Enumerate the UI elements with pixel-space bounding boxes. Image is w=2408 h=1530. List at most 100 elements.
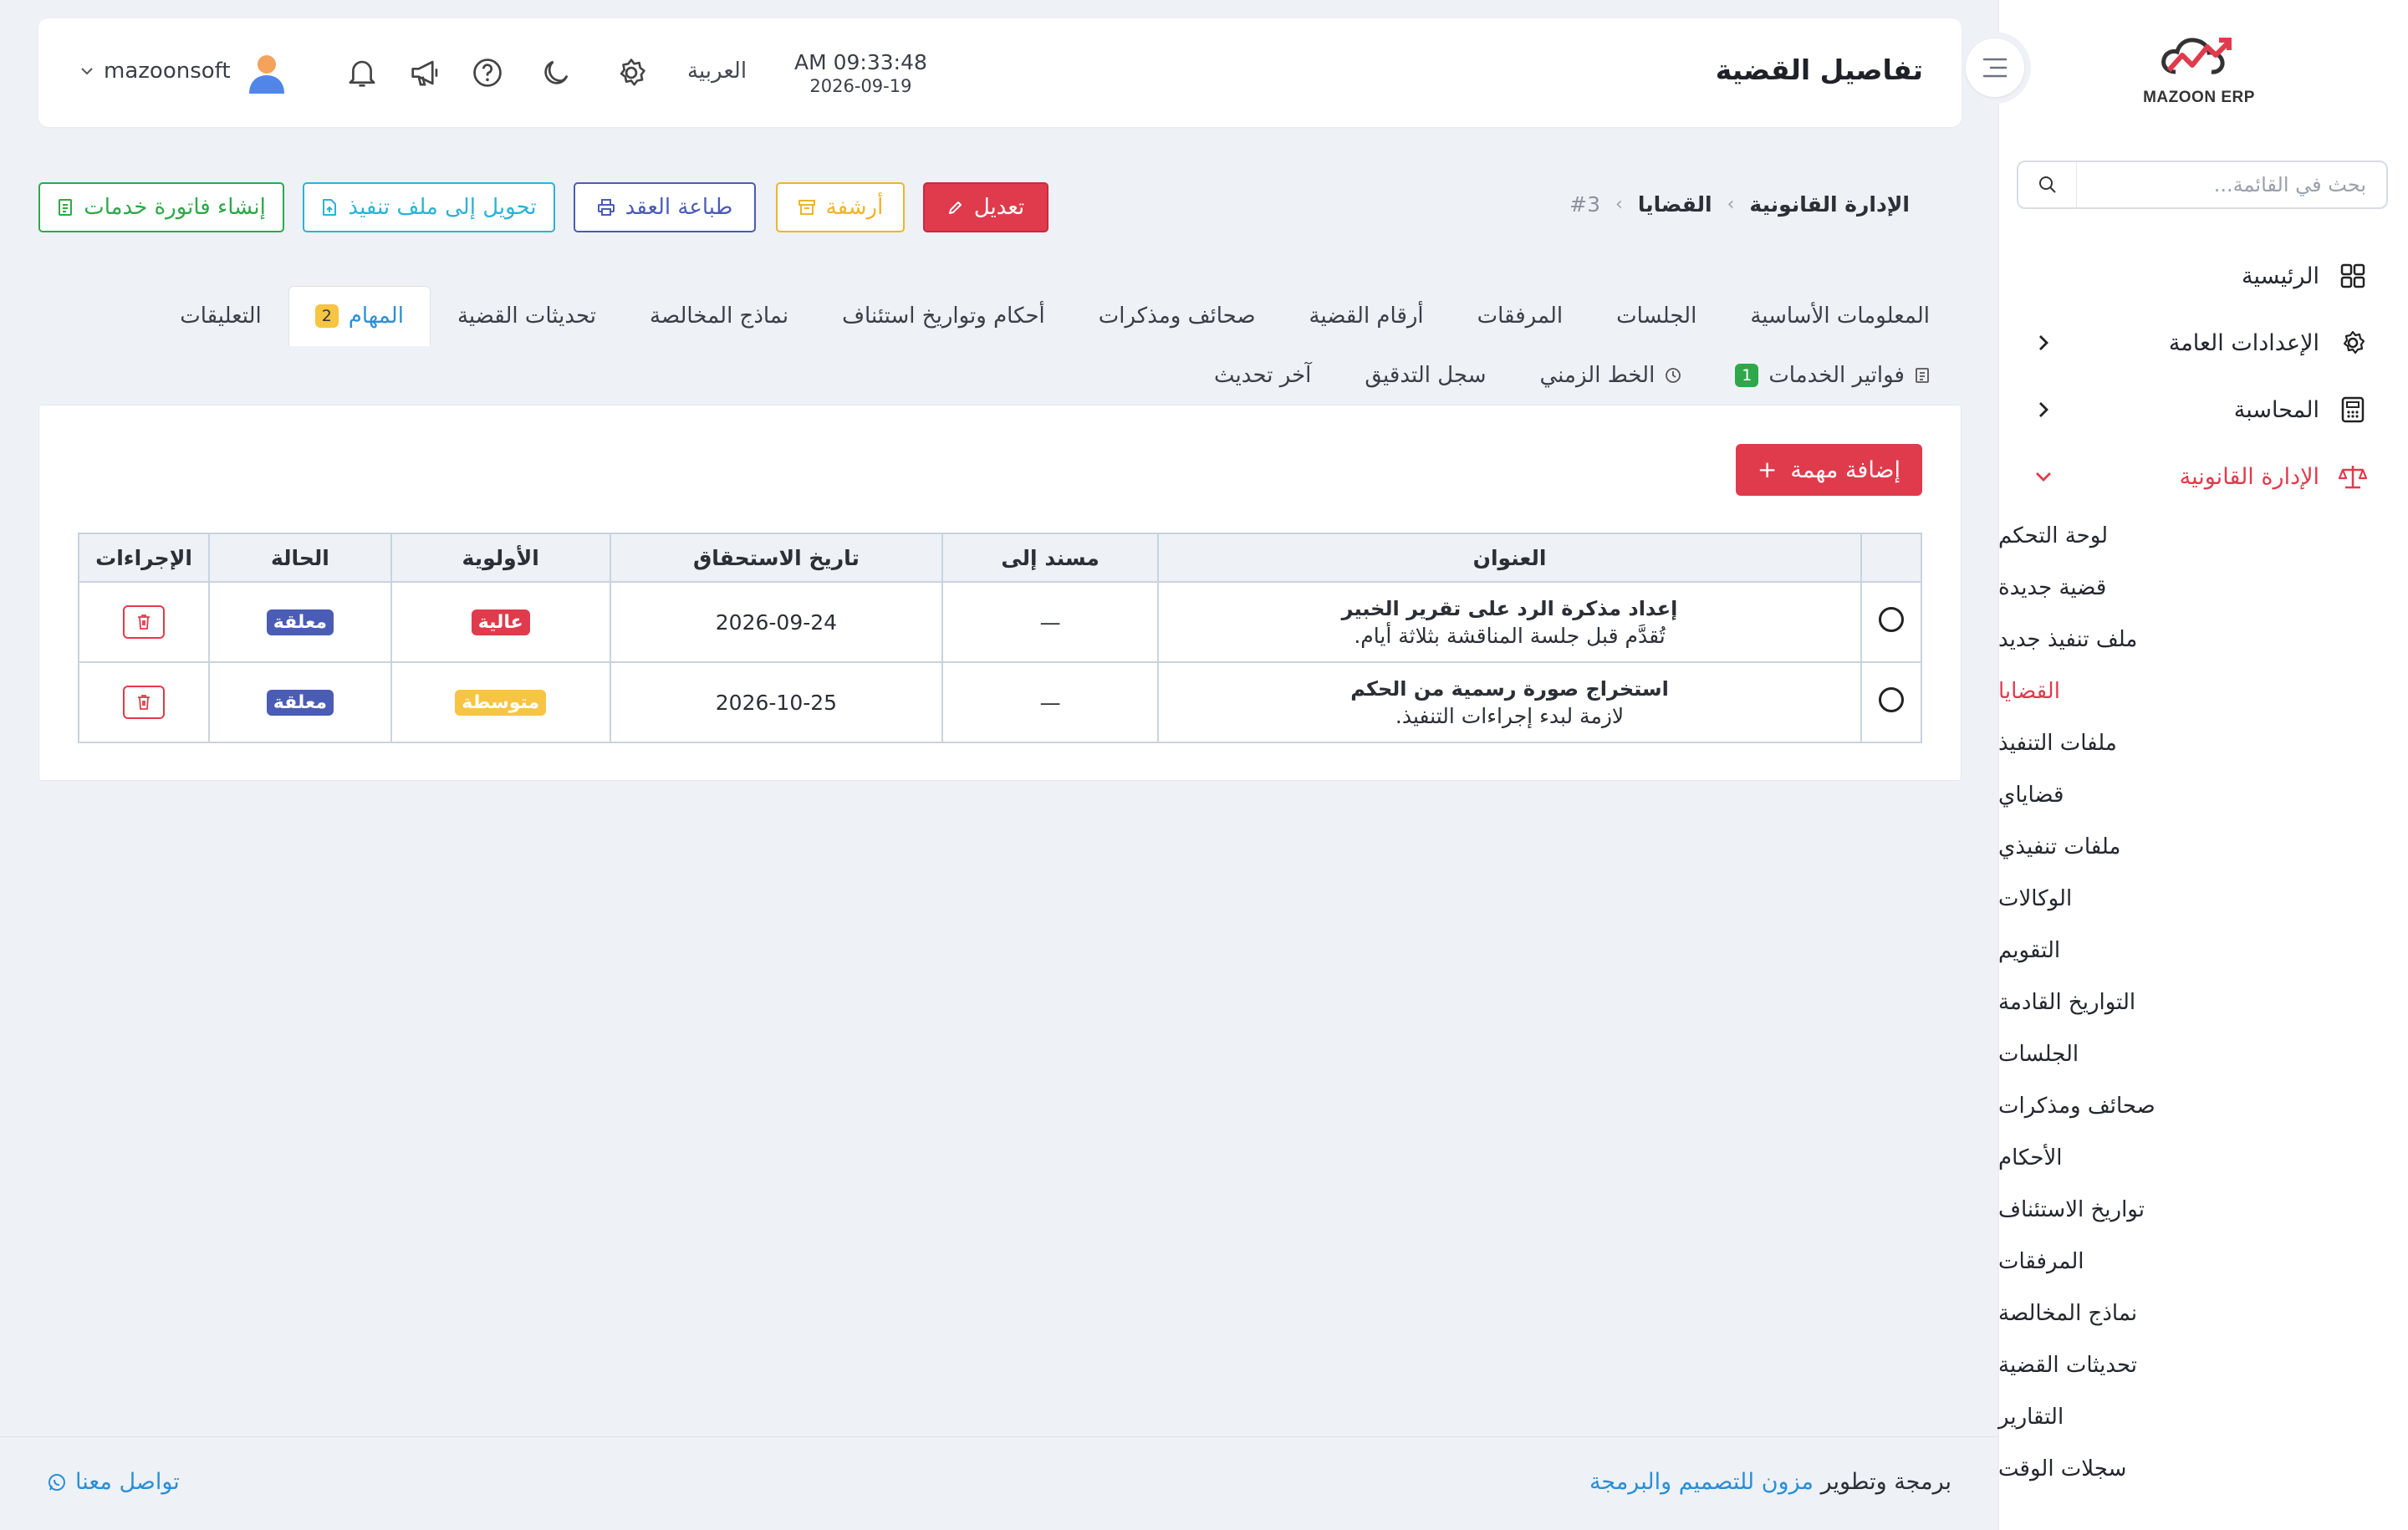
announcements-button[interactable] — [406, 54, 445, 92]
task-complete-radio[interactable] — [1879, 607, 1905, 632]
scales-icon — [2339, 466, 2367, 489]
submenu-item[interactable]: المرفقات — [1998, 1236, 2408, 1288]
sidebar-item-home[interactable]: الرئيسية — [1998, 242, 2408, 309]
breadcrumb-section[interactable]: القضايا — [1638, 192, 1712, 217]
tab-settlement-forms[interactable]: نماذج المخالصة — [623, 286, 815, 346]
bell-icon — [349, 60, 375, 87]
tab-label: المهام — [348, 303, 404, 329]
contact-us-link[interactable]: تواصل معنا — [47, 1469, 180, 1495]
credit-link[interactable]: مزون للتصميم والبرمجة — [1589, 1469, 1814, 1495]
tab-audit-log[interactable]: سجل التدقيق — [1338, 362, 1513, 389]
tab-tasks[interactable]: المهام 2 — [288, 286, 431, 346]
sidebar: MAZOON ERP الرئيسية الإعدادات العامة الم… — [1959, 0, 2408, 1530]
tab-comments[interactable]: التعليقات — [153, 286, 288, 346]
submenu-item[interactable]: قضية جديدة — [1998, 562, 2408, 614]
submenu-item[interactable]: التقارير — [1998, 1391, 2408, 1443]
submenu-item[interactable]: تحديثات القضية — [1998, 1339, 2408, 1391]
breadcrumb-root[interactable]: الإدارة القانونية — [1749, 192, 1910, 217]
tab-case-numbers[interactable]: أرقام القضية — [1283, 286, 1451, 346]
tab-basic-info[interactable]: المعلومات الأساسية — [1723, 286, 1956, 346]
submenu-item[interactable]: سجلات الوقت — [1998, 1443, 2408, 1495]
theme-toggle-button[interactable] — [537, 54, 575, 92]
gear-icon — [620, 59, 645, 86]
submenu-item[interactable]: لوحة التحكم — [1998, 510, 2408, 562]
breadcrumb-separator-icon: ‹ — [1615, 194, 1623, 215]
user-menu[interactable]: mazoonsoft — [80, 59, 231, 84]
footer: برمجة وتطوير مزون للتصميم والبرمجة تواصل… — [0, 1436, 1998, 1530]
task-title-cell: استخراج صورة رسمية من الحكم لازمة لبدء إ… — [1157, 661, 1863, 743]
tab-attachments[interactable]: المرفقات — [1451, 286, 1590, 346]
task-complete-radio[interactable] — [1879, 687, 1905, 712]
app-logo[interactable]: MAZOON ERP — [2140, 33, 2258, 117]
delete-task-button[interactable] — [123, 605, 165, 639]
tab-sessions[interactable]: الجلسات — [1589, 286, 1723, 346]
submenu-item[interactable]: قضاياي — [1998, 769, 2408, 821]
edit-button[interactable]: تعديل — [923, 182, 1048, 232]
create-invoice-button[interactable]: إنشاء فاتورة خدمات — [38, 182, 284, 232]
submenu-item[interactable]: الوكالات — [1998, 873, 2408, 925]
print-contract-label: طباعة العقد — [625, 195, 733, 220]
sidebar-search[interactable] — [2017, 161, 2388, 209]
archive-button-label: أرشفة — [825, 195, 884, 220]
tab-last-update[interactable]: آخر تحديث — [1187, 362, 1338, 389]
delete-task-button[interactable] — [123, 686, 165, 719]
sidebar-item-accounting[interactable]: المحاسبة — [1998, 376, 2408, 443]
notifications-button[interactable] — [343, 54, 381, 92]
tab-label: آخر تحديث — [1214, 363, 1312, 388]
tab-label: أرقام القضية — [1309, 303, 1424, 329]
submenu-item[interactable]: التواريخ القادمة — [1998, 977, 2408, 1028]
logo-text: MAZOON ERP — [2143, 89, 2255, 106]
status-badge: معلقة — [266, 690, 334, 716]
tab-label: الجلسات — [1616, 303, 1697, 329]
tab-label: أحكام وتواريخ استئناف — [842, 303, 1045, 329]
help-button[interactable] — [468, 54, 507, 92]
chevron-down-icon — [2036, 472, 2051, 482]
sidebar-item-general-settings[interactable]: الإعدادات العامة — [1998, 309, 2408, 376]
task-title[interactable]: استخراج صورة رسمية من الحكم — [1159, 677, 1860, 701]
legal-submenu: لوحة التحكم قضية جديدة ملف تنفيذ جديد ال… — [1998, 510, 2408, 1495]
convert-to-execution-label: تحويل إلى ملف تنفيذ — [348, 195, 537, 220]
table-header: الأولوية — [390, 533, 611, 583]
submenu-item[interactable]: ملفات تنفيذي — [1998, 821, 2408, 873]
print-contract-button[interactable]: طباعة العقد — [574, 182, 756, 232]
submenu-item[interactable]: نماذج المخالصة — [1998, 1288, 2408, 1339]
table-row: استخراج صورة رسمية من الحكم لازمة لبدء إ… — [78, 661, 1922, 743]
edit-button-label: تعديل — [973, 195, 1025, 220]
submenu-item[interactable]: تواريخ الاستئناف — [1998, 1184, 2408, 1236]
table-row: إعداد مذكرة الرد على تقرير الخبير تُقدَّ… — [78, 581, 1922, 663]
sidebar-item-label: المحاسبة — [2233, 396, 2319, 423]
submenu-item[interactable]: الجلسات — [1998, 1028, 2408, 1080]
breadcrumb: الإدارة القانونية ‹ القضايا ‹ #3 — [1569, 192, 1910, 217]
add-task-button[interactable]: + إضافة مهمة — [1735, 444, 1922, 496]
tab-label: تحديثات القضية — [457, 303, 596, 329]
submenu-item[interactable]: ملفات التنفيذ — [1998, 717, 2408, 769]
sidebar-item-label: الإدارة القانونية — [2179, 463, 2319, 490]
case-tabs-secondary: آخر تحديث سجل التدقيق الخط الزمني فواتير… — [1187, 351, 1956, 400]
submenu-item[interactable]: التقويم — [1998, 925, 2408, 977]
avatar[interactable] — [246, 52, 288, 94]
tab-label: نماذج المخالصة — [650, 303, 789, 329]
task-title-cell: إعداد مذكرة الرد على تقرير الخبير تُقدَّ… — [1157, 581, 1863, 663]
submenu-item[interactable]: الأحكام — [1998, 1132, 2408, 1184]
tab-label: المعلومات الأساسية — [1750, 303, 1930, 329]
moon-icon — [544, 60, 569, 84]
tab-case-updates[interactable]: تحديثات القضية — [431, 286, 623, 346]
tab-service-invoices[interactable]: فواتير الخدمات 1 — [1708, 362, 1956, 389]
sidebar-search-input[interactable] — [2077, 162, 2386, 207]
submenu-item[interactable]: صحائف ومذكرات — [1998, 1080, 2408, 1132]
settings-button[interactable] — [612, 54, 650, 92]
submenu-item-active[interactable]: القضايا — [1998, 666, 2408, 717]
tab-pleadings[interactable]: صحائف ومذكرات — [1072, 286, 1283, 346]
tab-judgments-appeals[interactable]: أحكام وتواريخ استئناف — [815, 286, 1072, 346]
sidebar-item-legal-management[interactable]: الإدارة القانونية — [1998, 443, 2408, 510]
clock: AM 09:33:48 2026-09-19 — [794, 50, 927, 96]
task-due-date: 2026-10-25 — [609, 661, 944, 743]
convert-to-execution-button[interactable]: تحويل إلى ملف تنفيذ — [303, 182, 555, 232]
language-switch[interactable]: العربية — [687, 59, 747, 84]
tab-timeline[interactable]: الخط الزمني — [1513, 362, 1709, 389]
sidebar-toggle-button[interactable] — [1959, 32, 2031, 104]
submenu-item[interactable]: ملف تنفيذ جديد — [1998, 614, 2408, 666]
task-title[interactable]: إعداد مذكرة الرد على تقرير الخبير — [1159, 597, 1860, 620]
gear-icon — [2343, 330, 2365, 354]
archive-button[interactable]: أرشفة — [776, 182, 905, 232]
